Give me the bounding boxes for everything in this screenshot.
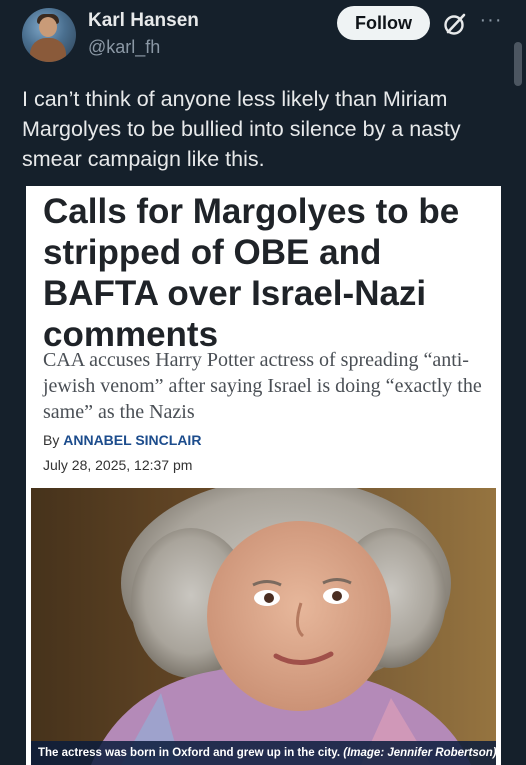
portrait-illustration	[31, 488, 496, 765]
article-card[interactable]: Calls for Margolyes to be stripped of OB…	[26, 186, 501, 765]
article-headline: Calls for Margolyes to be stripped of OB…	[43, 192, 460, 354]
byline-author: ANNABEL SINCLAIR	[63, 432, 202, 448]
article-date: July 28, 2025, 12:37 pm	[43, 457, 193, 473]
byline-prefix: By	[43, 432, 60, 448]
tweet-post: Karl Hansen @karl_fh Follow ··· I can’t …	[0, 0, 526, 765]
user-handle[interactable]: @karl_fh	[88, 37, 160, 58]
follow-button[interactable]: Follow	[337, 6, 430, 40]
tweet-text: I can’t think of anyone less likely than…	[22, 87, 461, 171]
scrollbar-thumb[interactable]	[514, 42, 522, 86]
photo-caption: The actress was born in Oxford and grew …	[31, 741, 496, 765]
avatar[interactable]	[22, 8, 76, 62]
article-subhead: CAA accuses Harry Potter actress of spre…	[43, 349, 482, 423]
display-name[interactable]: Karl Hansen	[88, 10, 199, 32]
caption-text: The actress was born in Oxford and grew …	[38, 747, 341, 759]
article-photo: The actress was born in Oxford and grew …	[31, 488, 496, 765]
more-icon[interactable]: ···	[478, 8, 504, 34]
grok-icon[interactable]	[442, 11, 468, 37]
caption-credit: (Image: Jennifer Robertson)	[343, 747, 496, 759]
article-byline: By ANNABEL SINCLAIR	[43, 432, 201, 448]
